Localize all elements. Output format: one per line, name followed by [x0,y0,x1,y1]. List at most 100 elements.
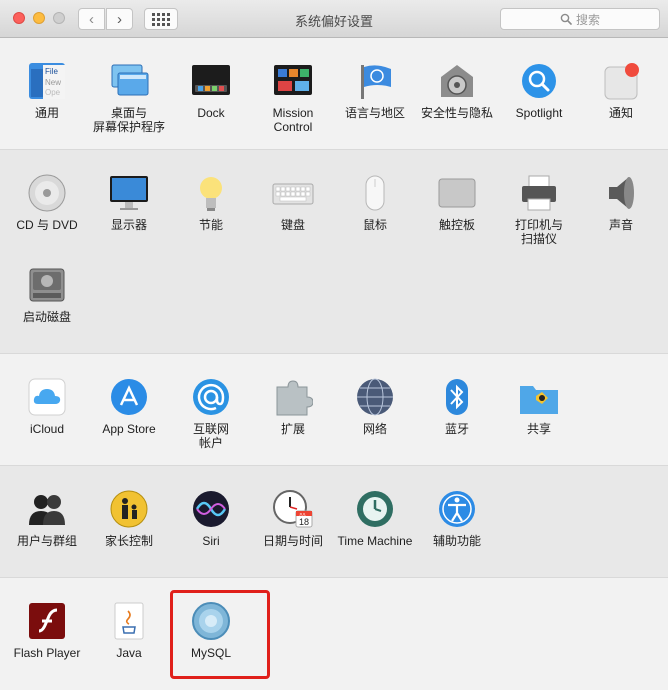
pref-label: Spotlight [515,106,563,120]
search-icon [560,13,572,25]
pref-keyboard[interactable]: 键盘 [252,172,334,232]
section-system: 用户与群组 家长控制 Siri JUL 18 日期与时间 Time Machin… [0,466,668,578]
app-store-icon [108,376,150,418]
bluetooth-icon [436,376,478,418]
svg-text:JUL: JUL [299,512,307,517]
printer-icon [518,172,560,214]
date-time-icon: JUL 18 [272,488,314,530]
pref-displays[interactable]: 显示器 [88,172,170,232]
pref-internet-accounts[interactable]: 互联网 帐户 [170,376,252,450]
pref-printers-scanners[interactable]: 打印机与 扫描仪 [498,172,580,246]
section-other: Flash Player Java MySQL [0,578,668,690]
pref-siri[interactable]: Siri [170,488,252,548]
parental-controls-icon [108,488,150,530]
displays-icon [108,172,150,214]
pref-energy-saver[interactable]: 节能 [170,172,252,232]
sharing-icon [518,376,560,418]
pref-label: CD 与 DVD [16,218,78,232]
svg-text:18: 18 [299,517,309,527]
extensions-icon [272,376,314,418]
cd-dvd-icon [26,172,68,214]
pref-label: 安全性与隐私 [420,106,493,120]
internet-accounts-icon [190,376,232,418]
svg-text:File: File [45,67,58,76]
window-titlebar: ‹ › 系统偏好设置 搜索 [0,0,668,38]
pref-flash-player[interactable]: Flash Player [6,600,88,660]
pref-parental-controls[interactable]: 家长控制 [88,488,170,548]
section-hardware: CD 与 DVD 显示器 节能 键盘 鼠标 触控板 打印机与 扫描仪 声音 启动… [0,150,668,354]
icloud-icon [26,376,68,418]
svg-text:New: New [45,78,61,87]
flash-player-icon [26,600,68,642]
svg-text:Ope: Ope [45,88,61,97]
pref-mission-control[interactable]: Mission Control [252,60,334,134]
pref-label: Siri [202,534,220,548]
pref-dock[interactable]: Dock [170,60,252,120]
pref-label: 触控板 [438,218,475,232]
pref-date-time[interactable]: JUL 18 日期与时间 [252,488,334,548]
pref-language-region[interactable]: 语言与地区 [334,60,416,120]
pref-sharing[interactable]: 共享 [498,376,580,436]
sound-icon [600,172,642,214]
dock-icon [190,60,232,102]
pref-label: 辅助功能 [432,534,481,548]
pref-sound[interactable]: 声音 [580,172,662,232]
startup-disk-icon [26,264,68,306]
pref-notifications[interactable]: 通知 [580,60,662,120]
mouse-icon [354,172,396,214]
pref-label: Java [116,646,142,660]
pref-label: Dock [197,106,225,120]
network-icon [354,376,396,418]
pref-label: 声音 [608,218,633,232]
pref-spotlight[interactable]: Spotlight [498,60,580,120]
pref-label: 语言与地区 [344,106,405,120]
pref-label: 扩展 [280,422,305,436]
pref-java[interactable]: Java [88,600,170,660]
pref-label: 打印机与 扫描仪 [514,218,563,246]
pref-label: 网络 [362,422,387,436]
pref-startup-disk[interactable]: 启动磁盘 [6,264,88,324]
pref-label: 键盘 [280,218,305,232]
pref-accessibility[interactable]: 辅助功能 [416,488,498,548]
pref-security-privacy[interactable]: 安全性与隐私 [416,60,498,120]
pref-label: 鼠标 [362,218,387,232]
pref-label: 家长控制 [104,534,153,548]
pref-desktop-screensaver[interactable]: 桌面与 屏幕保护程序 [88,60,170,134]
pref-bluetooth[interactable]: 蓝牙 [416,376,498,436]
pref-trackpad[interactable]: 触控板 [416,172,498,232]
pref-time-machine[interactable]: Time Machine [334,488,416,548]
trackpad-icon [436,172,478,214]
pref-label: 通用 [34,106,59,120]
pref-label: 桌面与 屏幕保护程序 [92,106,165,134]
pref-app-store[interactable]: App Store [88,376,170,436]
pref-label: 显示器 [110,218,147,232]
general-icon: File New Ope [26,60,68,102]
pref-mouse[interactable]: 鼠标 [334,172,416,232]
keyboard-icon [272,172,314,214]
security-privacy-icon [436,60,478,102]
pref-general[interactable]: File New Ope 通用 [6,60,88,120]
pref-label: 通知 [608,106,633,120]
pref-label: 共享 [526,422,551,436]
pref-label: 启动磁盘 [22,310,71,324]
mission-control-icon [272,60,314,102]
pref-label: Flash Player [13,646,81,660]
desktop-screensaver-icon [108,60,150,102]
pref-label: App Store [102,422,156,436]
pref-extensions[interactable]: 扩展 [252,376,334,436]
pref-cd-dvd[interactable]: CD 与 DVD [6,172,88,232]
users-groups-icon [26,488,68,530]
pref-label: Time Machine [337,534,413,548]
java-icon [108,600,150,642]
pref-users-groups[interactable]: 用户与群组 [6,488,88,548]
accessibility-icon [436,488,478,530]
pref-network[interactable]: 网络 [334,376,416,436]
spotlight-icon [518,60,560,102]
time-machine-icon [354,488,396,530]
pref-icloud[interactable]: iCloud [6,376,88,436]
section-personal: File New Ope 通用 桌面与 屏幕保护程序 Dock Mission … [0,38,668,150]
mysql-highlight-box [170,590,270,679]
search-field[interactable]: 搜索 [500,8,660,30]
pref-label: Mission Control [272,106,314,134]
pref-label: 日期与时间 [262,534,323,548]
